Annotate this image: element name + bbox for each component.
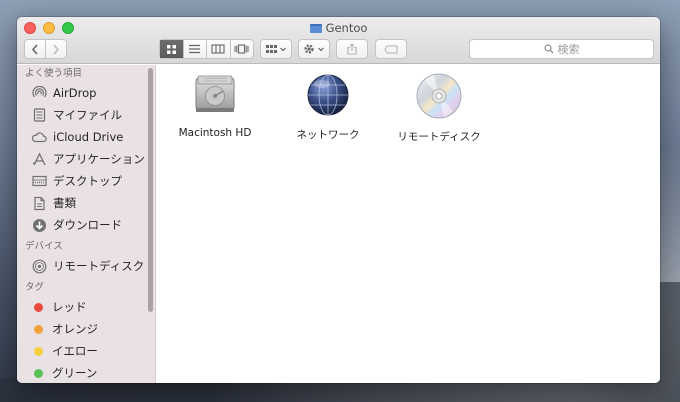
sidebar-header-devices: デバイス: [25, 241, 63, 252]
icon-view-button[interactable]: [160, 40, 183, 58]
sidebar-item-label: iCloud Drive: [53, 130, 124, 144]
sidebar-scrollbar[interactable]: [148, 68, 153, 312]
search-placeholder: 検索: [557, 43, 580, 56]
sidebar-item-label: AirDrop: [53, 86, 97, 100]
file-item-label: ネットワーク: [296, 129, 360, 141]
forward-button[interactable]: [45, 40, 66, 58]
green-tag-dot: [34, 368, 43, 378]
action-menu-button[interactable]: [298, 39, 330, 59]
gear-icon: [304, 44, 324, 54]
chevron-left-icon: [31, 43, 38, 55]
hard-drive-icon: [195, 75, 235, 112]
applications-icon: [31, 151, 47, 167]
navigation-buttons: [24, 39, 67, 59]
sidebar-item-label: オレンジ: [52, 322, 98, 336]
network-globe-icon: [307, 74, 349, 116]
share-icon: [347, 43, 357, 55]
arrange-menu-button[interactable]: [260, 39, 292, 59]
sidebar-item-label: ダウンロード: [53, 218, 122, 232]
file-item-remote-disc[interactable]: リモートディスク: [389, 72, 489, 144]
sidebar-item-label: グリーン: [52, 366, 98, 380]
list-icon: [189, 44, 201, 54]
icon-grid-icon: [166, 44, 176, 54]
share-button[interactable]: [336, 39, 368, 59]
finder-window: Gentoo 検索 よく使う項目 AirDrop マイファイル iCloud D…: [17, 17, 660, 383]
window-title-text: Gentoo: [325, 21, 368, 35]
sidebar-item-desktop[interactable]: デスクトップ: [17, 170, 155, 192]
orange-tag-dot: [34, 324, 43, 334]
sidebar-item-label: リモートディスク: [53, 259, 145, 273]
optical-disc-icon: [416, 73, 462, 119]
tag-icon: [384, 45, 398, 53]
sidebar-item-airdrop[interactable]: AirDrop: [17, 82, 155, 104]
search-field[interactable]: 検索: [469, 39, 654, 59]
documents-icon: [31, 195, 47, 211]
list-view-button[interactable]: [182, 40, 207, 58]
arrange-grid-icon: [266, 45, 286, 53]
columns-icon: [211, 44, 225, 54]
file-item-macintosh-hd[interactable]: Macintosh HD: [165, 72, 265, 139]
airdrop-icon: [31, 85, 47, 101]
file-item-label: リモートディスク: [397, 131, 481, 143]
sidebar-tag-yellow[interactable]: イエロー: [17, 340, 155, 362]
search-icon: [543, 44, 553, 54]
sidebar-item-label: アプリケーション: [53, 152, 145, 166]
cloud-icon: [31, 129, 47, 145]
view-mode-segmented-control: [159, 39, 254, 59]
sidebar-tag-green[interactable]: グリーン: [17, 362, 155, 383]
sidebar-item-label: デスクトップ: [53, 174, 122, 188]
sidebar-item-label: マイファイル: [53, 108, 122, 122]
sidebar-item-label: レッド: [52, 300, 87, 314]
column-view-button[interactable]: [206, 40, 230, 58]
sidebar-item-label: イエロー: [52, 344, 98, 358]
toolbar: Gentoo 検索: [17, 17, 660, 64]
sidebar-tag-red[interactable]: レッド: [17, 296, 155, 318]
downloads-icon: [31, 217, 47, 233]
edit-tags-button[interactable]: [375, 39, 407, 59]
all-my-files-icon: [31, 107, 47, 123]
folder-icon: [309, 24, 322, 33]
yellow-tag-dot: [34, 346, 43, 356]
chevron-right-icon: [53, 43, 60, 55]
window-title: Gentoo: [17, 21, 660, 35]
sidebar-item-downloads[interactable]: ダウンロード: [17, 214, 155, 236]
file-item-network[interactable]: ネットワーク: [278, 72, 378, 142]
sidebar-item-icloud-drive[interactable]: iCloud Drive: [17, 126, 155, 148]
sidebar-header-tags: タグ: [25, 282, 45, 293]
remote-disc-icon: [31, 258, 47, 274]
red-tag-dot: [34, 302, 43, 312]
sidebar-item-remote-disc[interactable]: リモートディスク: [17, 255, 155, 277]
sidebar-item-all-my-files[interactable]: マイファイル: [17, 104, 155, 126]
sidebar: よく使う項目 AirDrop マイファイル iCloud Drive アプリケー…: [17, 65, 156, 383]
cover-flow-icon: [234, 44, 249, 54]
desktop-icon: [31, 173, 47, 189]
file-browser-content: Macintosh HD ネットワーク リモートディスク: [157, 65, 660, 383]
sidebar-item-documents[interactable]: 書類: [17, 192, 155, 214]
back-button[interactable]: [25, 40, 45, 58]
sidebar-tag-orange[interactable]: オレンジ: [17, 318, 155, 340]
file-item-label: Macintosh HD: [178, 127, 252, 139]
sidebar-item-label: 書類: [53, 196, 76, 210]
sidebar-header-favorites: よく使う項目: [25, 68, 83, 79]
sidebar-item-applications[interactable]: アプリケーション: [17, 148, 155, 170]
cover-flow-button[interactable]: [229, 40, 254, 58]
